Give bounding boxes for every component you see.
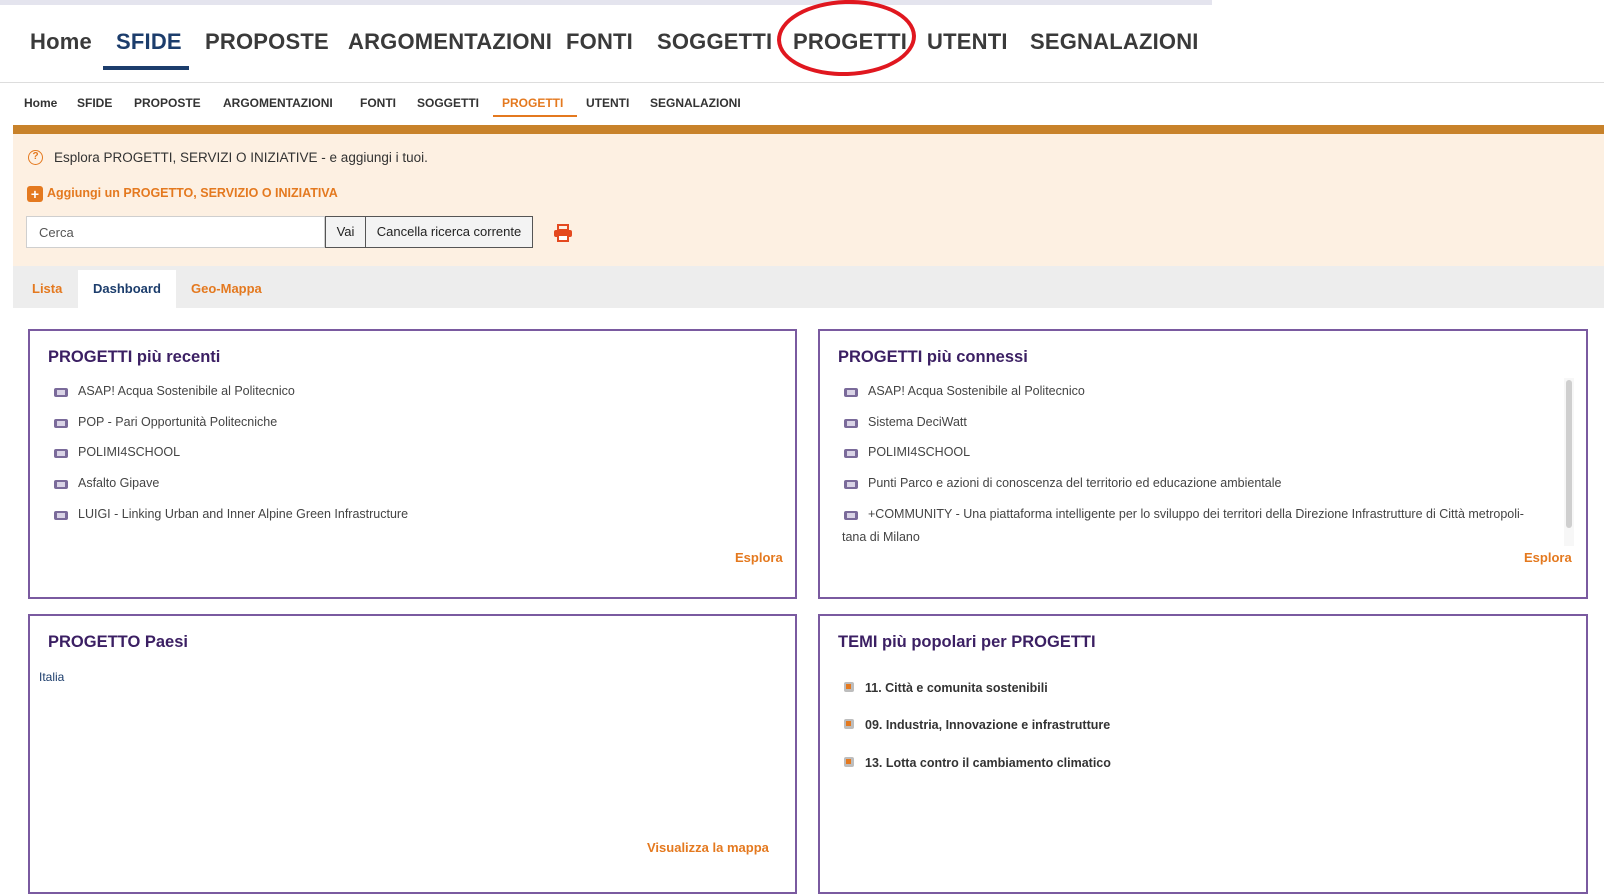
add-project-link[interactable]: Aggiungi un PROGETTO, SERVIZIO O INIZIAT… xyxy=(47,186,338,200)
tab-geo-mappa[interactable]: Geo-Mappa xyxy=(191,281,262,296)
themes-title: TEMI più popolari per PROGETTI xyxy=(838,633,1096,651)
tab-dashboard[interactable]: Dashboard xyxy=(93,281,161,296)
countries-title: PROGETTO Paesi xyxy=(48,633,188,651)
project-icon xyxy=(844,480,858,489)
nav-utenti[interactable]: UTENTI xyxy=(586,96,629,110)
explore-recent-link[interactable]: Esplora xyxy=(735,550,783,565)
nav-fonti[interactable]: FONTI xyxy=(360,96,396,110)
list-item[interactable]: POP - Pari Opportunità Politecniche xyxy=(78,415,277,429)
list-item[interactable]: ASAP! Acqua Sostenibile al Politecnico xyxy=(868,384,1085,398)
search-input[interactable] xyxy=(26,216,325,248)
clear-search-button[interactable]: Cancella ricerca corrente xyxy=(365,216,533,248)
list-item[interactable]: POLIMI4SCHOOL xyxy=(868,445,970,459)
project-icon xyxy=(54,388,68,397)
big-nav-proposte[interactable]: PROPOSTE xyxy=(205,29,329,55)
nav-proposte[interactable]: PROPOSTE xyxy=(134,96,201,110)
list-item[interactable]: +COMMUNITY - Una piattaforma intelligent… xyxy=(868,507,1524,521)
print-icon[interactable] xyxy=(553,224,573,242)
big-nav-segnalazioni[interactable]: SEGNALAZIONI xyxy=(1030,29,1199,55)
list-item[interactable]: ASAP! Acqua Sostenibile al Politecnico xyxy=(78,384,295,398)
header-accent-bar xyxy=(13,125,1604,134)
nav-home[interactable]: Home xyxy=(24,96,57,110)
big-nav-argomentazioni[interactable]: ARGOMENTAZIONI xyxy=(348,29,552,55)
big-nav-utenti[interactable]: UTENTI xyxy=(927,29,1008,55)
theme-item[interactable]: 09. Industria, Innovazione e infrastrutt… xyxy=(865,718,1110,732)
list-item[interactable]: Sistema DeciWatt xyxy=(868,415,967,429)
project-icon xyxy=(844,449,858,458)
theme-icon xyxy=(844,757,854,767)
scrollbar-thumb[interactable] xyxy=(1566,380,1572,528)
project-icon xyxy=(54,449,68,458)
plus-icon[interactable]: + xyxy=(27,186,43,202)
country-item[interactable]: Italia xyxy=(39,670,64,684)
big-nav-sfide[interactable]: SFIDE xyxy=(116,29,182,55)
nav-soggetti[interactable]: SOGGETTI xyxy=(417,96,479,110)
big-nav-soggetti[interactable]: SOGGETTI xyxy=(657,29,772,55)
list-item[interactable]: LUIGI - Linking Urban and Inner Alpine G… xyxy=(78,507,408,521)
list-item[interactable]: Asfalto Gipave xyxy=(78,476,159,490)
connected-projects-title: PROGETTI più connessi xyxy=(838,348,1028,366)
connected-projects-panel xyxy=(818,329,1588,599)
theme-item[interactable]: 13. Lotta contro il cambiamento climatic… xyxy=(865,756,1111,770)
nav-argomentazioni[interactable]: ARGOMENTAZIONI xyxy=(223,96,333,110)
help-text: Esplora PROGETTI, SERVIZI O INIZIATIVE -… xyxy=(54,150,428,165)
list-item[interactable]: Punti Parco e azioni di conoscenza del t… xyxy=(868,476,1281,490)
tab-lista[interactable]: Lista xyxy=(32,281,62,296)
zoomed-main-nav: Home SFIDE PROPOSTE ARGOMENTAZIONI FONTI… xyxy=(0,0,1212,82)
recent-projects-title: PROGETTI più recenti xyxy=(48,348,221,366)
theme-item[interactable]: 11. Città e comunita sostenibili xyxy=(865,681,1048,695)
help-icon[interactable]: ? xyxy=(28,150,43,165)
list-item[interactable]: POLIMI4SCHOOL xyxy=(78,445,180,459)
recent-projects-panel xyxy=(28,329,797,599)
theme-icon xyxy=(844,682,854,692)
project-icon xyxy=(844,388,858,397)
nav-active-underline xyxy=(493,115,577,117)
search-go-button[interactable]: Vai xyxy=(325,216,366,248)
project-icon xyxy=(54,511,68,520)
nav-sfide[interactable]: SFIDE xyxy=(77,96,112,110)
project-icon xyxy=(844,511,858,520)
themes-panel xyxy=(818,614,1588,894)
nav-progetti[interactable]: PROGETTI xyxy=(502,96,563,110)
project-icon xyxy=(54,419,68,428)
theme-icon xyxy=(844,719,854,729)
nav-segnalazioni[interactable]: SEGNALAZIONI xyxy=(650,96,741,110)
project-icon xyxy=(54,480,68,489)
explore-connected-link[interactable]: Esplora xyxy=(1524,550,1572,565)
list-item-continuation[interactable]: tana di Milano xyxy=(842,530,920,544)
project-icon xyxy=(844,419,858,428)
view-map-link[interactable]: Visualizza la mappa xyxy=(647,840,769,855)
big-nav-fonti[interactable]: FONTI xyxy=(566,29,633,55)
divider xyxy=(0,82,1604,83)
big-nav-active-underline xyxy=(103,66,189,70)
big-nav-home[interactable]: Home xyxy=(30,29,92,55)
